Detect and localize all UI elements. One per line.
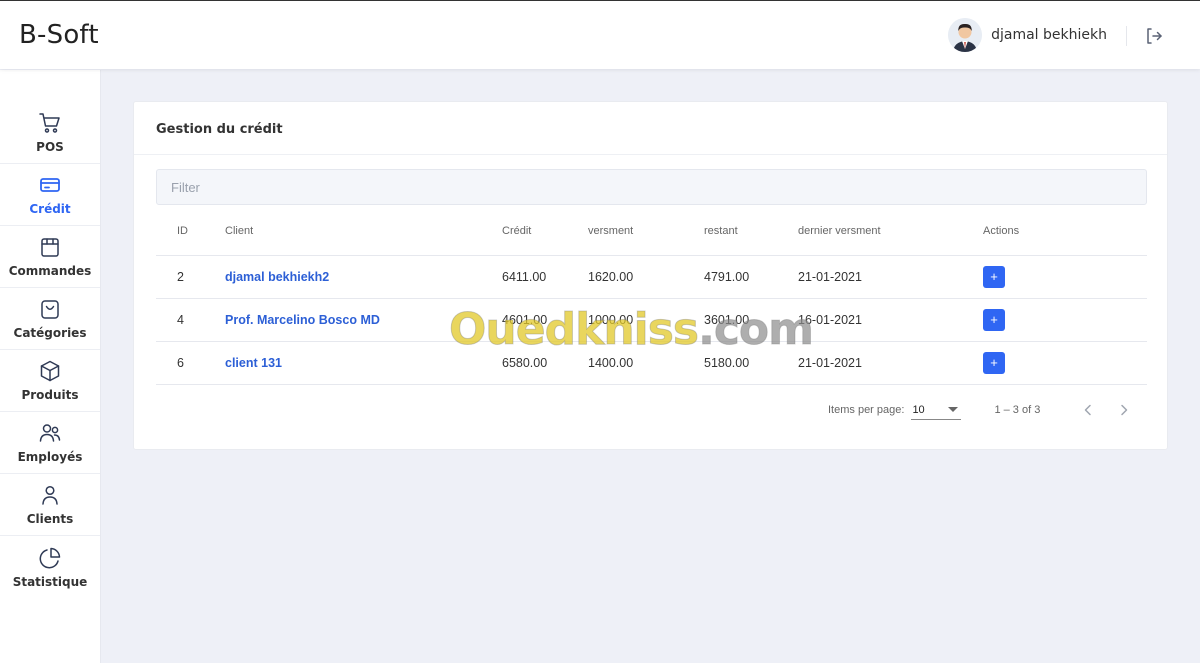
next-page-button[interactable]	[1114, 400, 1134, 420]
credit-card-panel: Gestion du crédit ID Client Crédit versm…	[133, 101, 1168, 450]
cell-client-link[interactable]: djamal bekhiekh2	[225, 255, 502, 299]
cell-id: 2	[156, 255, 225, 299]
divider	[1126, 26, 1127, 46]
shopping-bag-icon	[41, 300, 59, 319]
divider	[134, 154, 1167, 155]
cell-actions: +	[983, 341, 1147, 385]
sidebar-item-label: Employés	[17, 450, 83, 464]
users-icon	[39, 424, 61, 442]
sidebar-item-label: POS	[36, 140, 64, 154]
chevron-left-icon	[1085, 404, 1092, 416]
sidebar-item-label: Catégories	[13, 326, 87, 340]
add-versment-button[interactable]: +	[983, 308, 1005, 331]
column-header-client[interactable]: Client	[225, 208, 502, 256]
box-icon	[40, 360, 60, 382]
pie-chart-icon	[39, 547, 61, 568]
top-bar: B-Soft djamal bekhiekh	[0, 0, 1200, 69]
items-per-page-label: Items per page:	[828, 404, 905, 416]
cell-client-link[interactable]: client 131	[225, 341, 502, 385]
credit-card-icon	[40, 178, 60, 192]
sidebar-item-employes[interactable]: Employés	[0, 412, 100, 474]
previous-page-button[interactable]	[1078, 400, 1098, 420]
cell-restant: 4791.00	[704, 255, 798, 299]
items-per-page-value: 10	[912, 403, 925, 416]
column-header-id[interactable]: ID	[156, 208, 225, 256]
sidebar-item-clients[interactable]: Clients	[0, 474, 100, 536]
sidebar-item-label: Commandes	[8, 264, 92, 278]
cell-dernier-versment: 21-01-2021	[798, 255, 983, 299]
column-header-actions: Actions	[983, 208, 1147, 256]
add-versment-button[interactable]: +	[983, 351, 1005, 374]
logout-icon[interactable]	[1144, 26, 1164, 46]
chevron-right-icon	[1121, 404, 1128, 416]
cell-dernier-versment: 21-01-2021	[798, 341, 983, 385]
filter-input[interactable]	[156, 169, 1147, 205]
user-name[interactable]: djamal bekhiekh	[991, 27, 1107, 43]
sidebar-item-produits[interactable]: Produits	[0, 350, 100, 412]
column-header-dernier-versment[interactable]: dernier versment	[798, 208, 983, 256]
table-header-row: ID Client Crédit versment restant dernie…	[156, 208, 1147, 256]
sidebar-item-categories[interactable]: Catégories	[0, 288, 100, 350]
cell-actions: +	[983, 255, 1147, 299]
cart-icon	[39, 113, 60, 133]
paginator: Items per page: 10 1 – 3 of 3	[828, 400, 1134, 420]
column-header-versment[interactable]: versment	[588, 208, 704, 256]
column-header-restant[interactable]: restant	[704, 208, 798, 256]
sidebar-item-credit[interactable]: Crédit	[0, 164, 100, 226]
chevron-down-icon	[948, 407, 959, 412]
page-range-label: 1 – 3 of 3	[994, 404, 1041, 416]
cell-credit: 6411.00	[502, 255, 588, 299]
cell-id: 6	[156, 341, 225, 385]
credit-table: ID Client Crédit versment restant dernie…	[156, 208, 1147, 385]
sidebar-item-label: Clients	[26, 512, 74, 526]
page-title: Gestion du crédit	[156, 122, 283, 137]
cell-credit: 6580.00	[502, 341, 588, 385]
cell-restant: 5180.00	[704, 341, 798, 385]
table-row: 4 Prof. Marcelino Bosco MD 4601.00 1000.…	[156, 298, 1147, 342]
column-header-credit[interactable]: Crédit	[502, 208, 588, 256]
table-row: 6 client 131 6580.00 1400.00 5180.00 21-…	[156, 341, 1147, 385]
cell-id: 4	[156, 298, 225, 342]
sidebar-item-statistique[interactable]: Statistique	[0, 536, 100, 598]
sidebar-item-pos[interactable]: POS	[0, 102, 100, 164]
sidebar: POS Crédit Commandes Catégories Produits	[0, 70, 101, 663]
add-versment-button[interactable]: +	[983, 265, 1005, 288]
cell-client-link[interactable]: Prof. Marcelino Bosco MD	[225, 298, 502, 342]
sidebar-item-commandes[interactable]: Commandes	[0, 226, 100, 288]
cell-versment: 1400.00	[588, 341, 704, 385]
brand-logo[interactable]: B-Soft	[19, 20, 99, 50]
user-menu[interactable]: djamal bekhiekh	[948, 18, 1107, 52]
cell-versment: 1620.00	[588, 255, 704, 299]
cell-credit: 4601.00	[502, 298, 588, 342]
sidebar-item-label: Statistique	[12, 574, 88, 589]
sidebar-item-label: Produits	[21, 388, 79, 402]
items-per-page-select[interactable]: 10	[911, 400, 962, 420]
sidebar-item-label: Crédit	[29, 202, 71, 216]
bag-icon	[41, 238, 59, 257]
user-icon	[42, 485, 58, 505]
table-row: 2 djamal bekhiekh2 6411.00 1620.00 4791.…	[156, 255, 1147, 299]
cell-restant: 3601.00	[704, 298, 798, 342]
cell-versment: 1000.00	[588, 298, 704, 342]
cell-actions: +	[983, 298, 1147, 342]
cell-dernier-versment: 16-01-2021	[798, 298, 983, 342]
avatar[interactable]	[948, 18, 983, 52]
